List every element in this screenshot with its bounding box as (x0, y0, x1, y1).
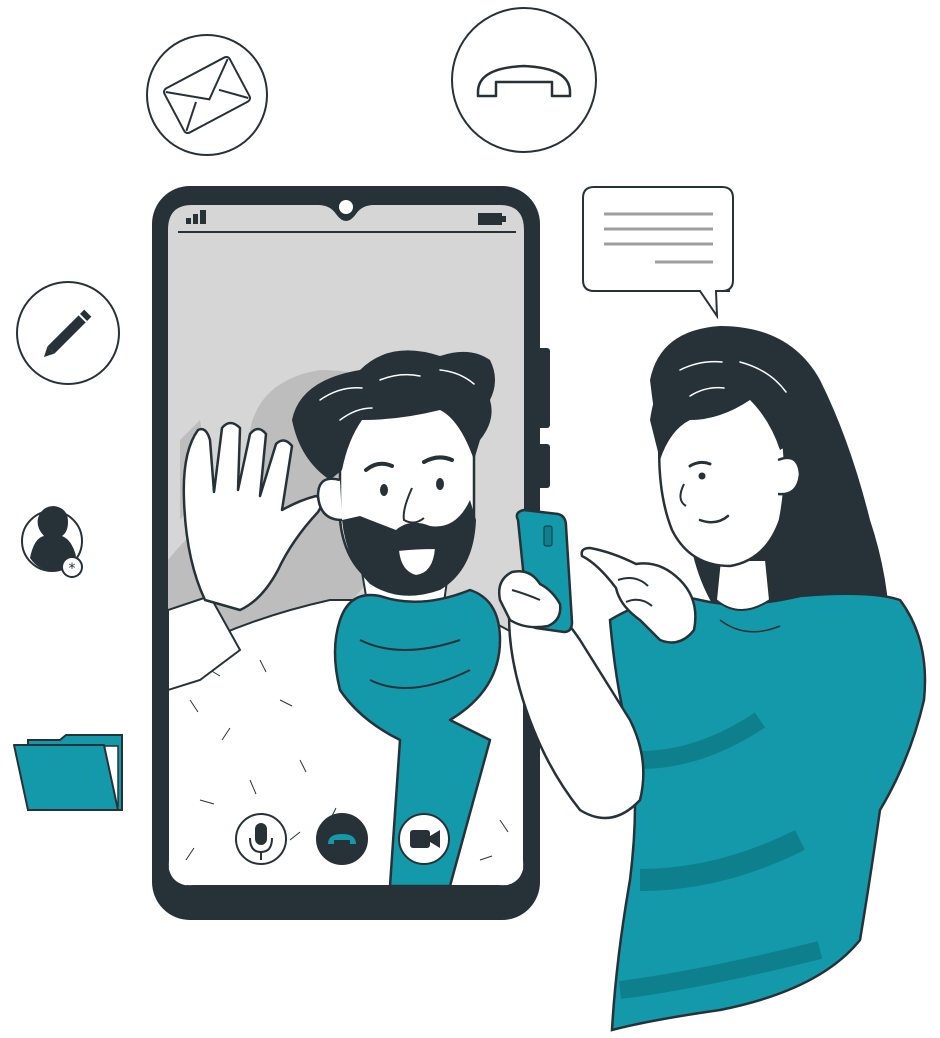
video-feed (168, 350, 524, 886)
envelope-icon[interactable] (146, 34, 268, 156)
video-call-illustration: * (13, 7, 927, 1032)
woman-figure (498, 326, 927, 1032)
battery-icon (478, 213, 506, 225)
video-camera-icon[interactable] (398, 813, 450, 865)
phone-hangup-icon[interactable] (451, 7, 597, 153)
pencil-icon[interactable] (16, 281, 120, 385)
call-controls (235, 813, 450, 865)
folder-icon[interactable] (13, 734, 123, 811)
end-call-icon[interactable] (316, 813, 368, 865)
user-settings-icon[interactable]: * (21, 506, 83, 578)
chat-bubble-icon[interactable] (582, 186, 734, 320)
front-camera (339, 200, 353, 214)
microphone-icon[interactable] (235, 813, 287, 865)
svg-text:*: * (69, 561, 76, 577)
